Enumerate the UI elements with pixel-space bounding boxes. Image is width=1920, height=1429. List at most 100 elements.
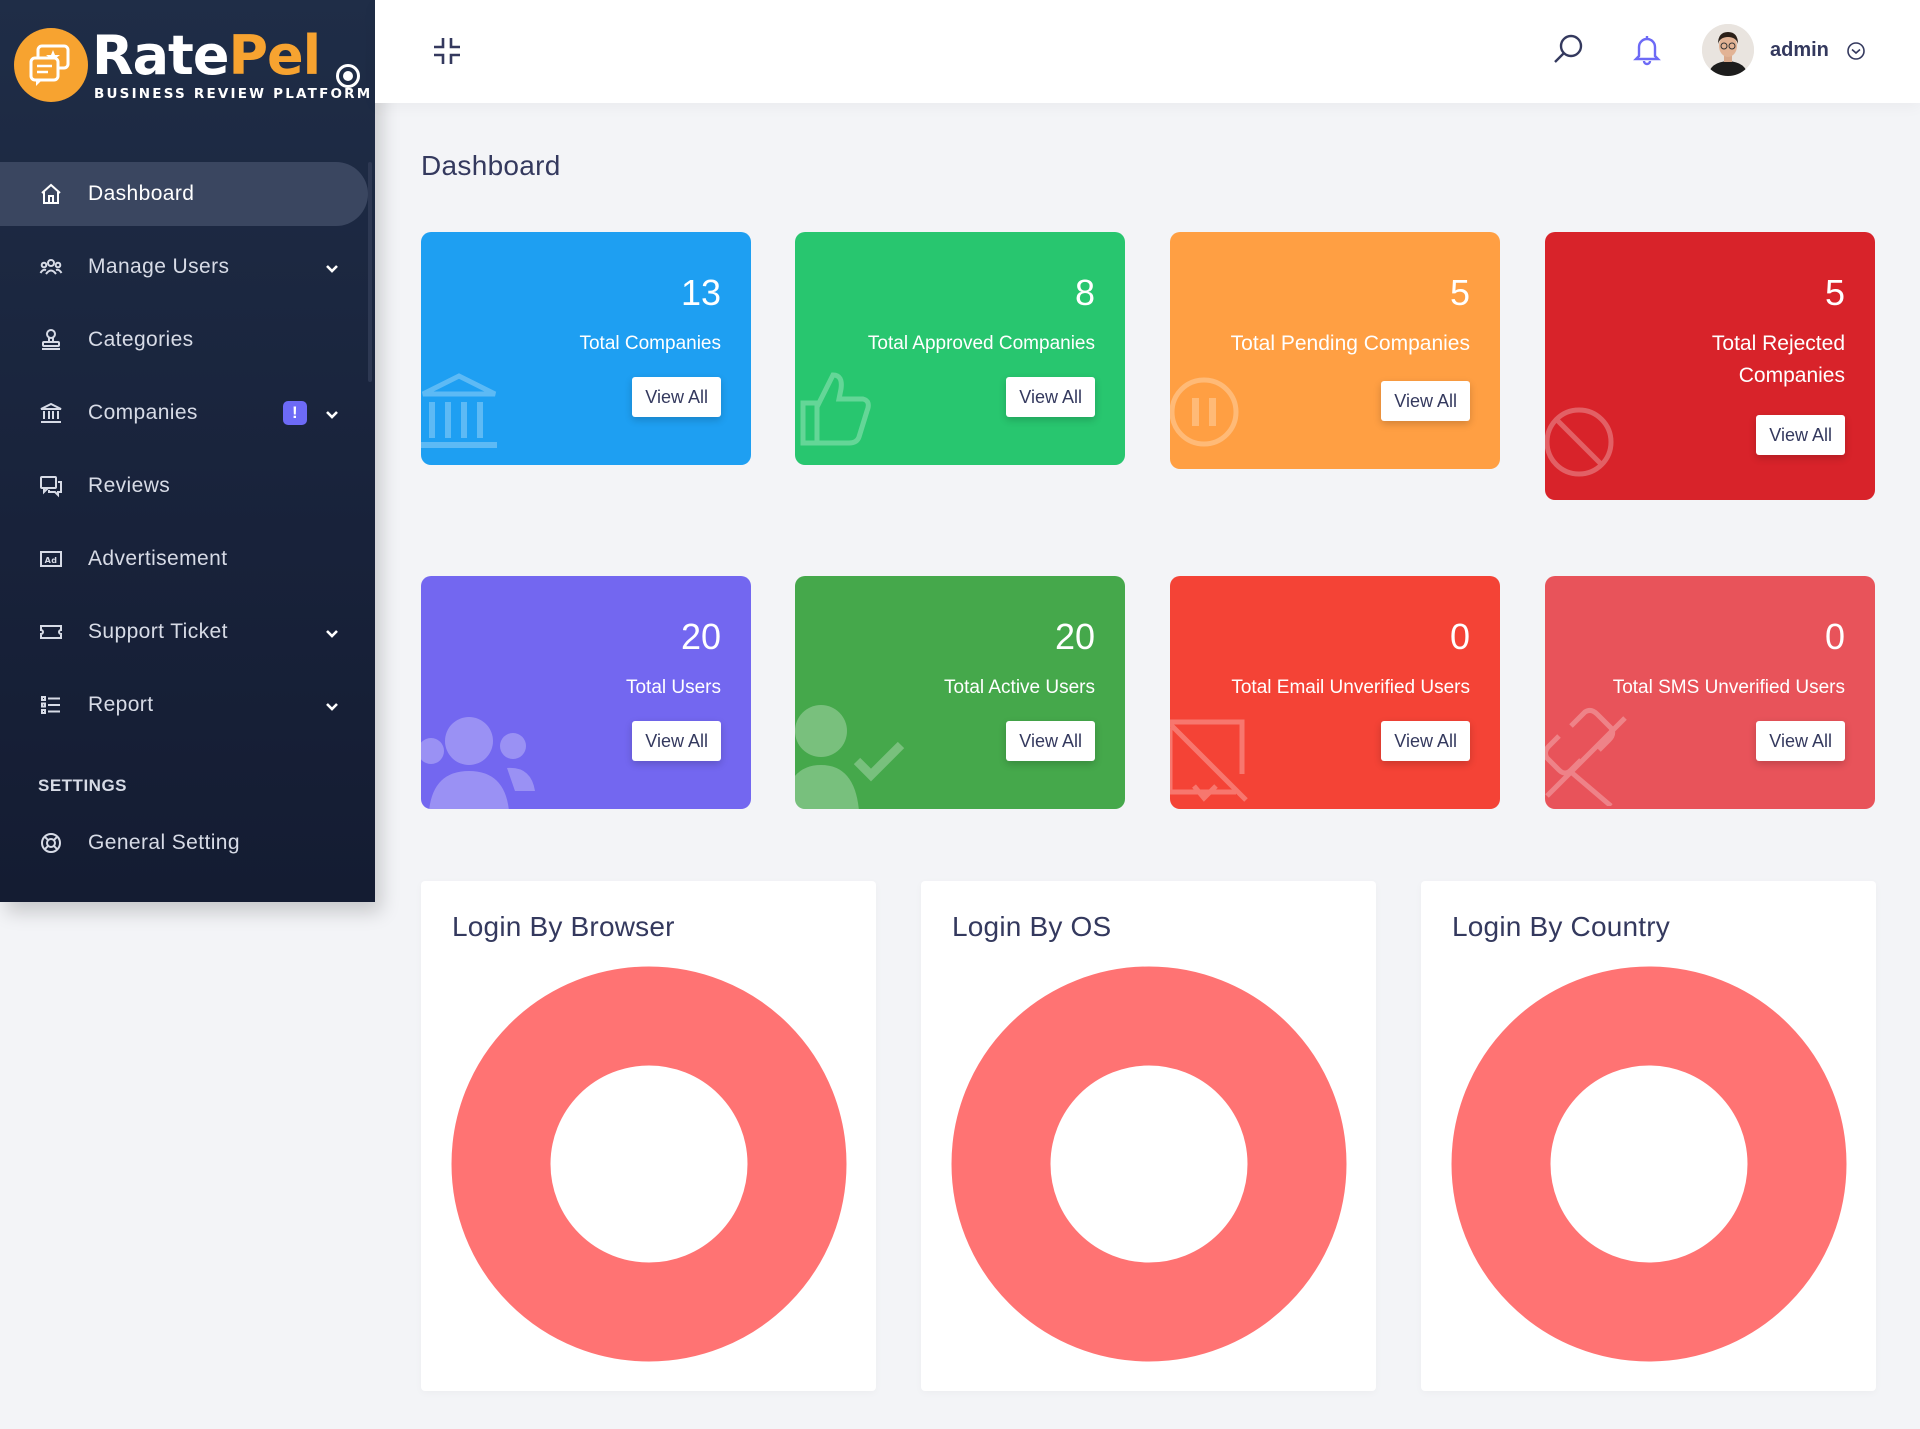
view-all-button[interactable]: View All (1381, 381, 1470, 421)
settings-heading: SETTINGS (38, 776, 128, 795)
bell-icon[interactable] (1630, 32, 1664, 71)
brand-logo[interactable]: RatePel BUSINESS REVIEW PLATFORM (14, 24, 370, 108)
stat-card-pending-companies: 5 Total Pending Companies View All (1170, 232, 1500, 469)
sidebar-item-reviews[interactable]: Reviews (0, 454, 375, 518)
chevron-down-icon (325, 258, 339, 282)
sidebar-item-label: Categories (88, 328, 194, 351)
sidebar-item-label: Dashboard (88, 182, 195, 205)
svg-text:Ad: Ad (45, 556, 58, 565)
stat-card-total-users: 20 Total Users View All (421, 576, 751, 809)
login-by-browser-chart (451, 966, 847, 1362)
stamp-icon (38, 327, 64, 353)
view-all-button[interactable]: View All (1006, 721, 1095, 761)
chevron-down-icon (325, 404, 339, 428)
stat-card-approved-companies: 8 Total Approved Companies View All (795, 232, 1125, 465)
stat-card-total-companies: 13 Total Companies View All (421, 232, 751, 465)
chart-title: Login By Country (1452, 911, 1670, 942)
pause-icon (1170, 377, 1239, 447)
stat-card-rejected-companies: 5 Total Rejected Companies View All (1545, 232, 1875, 500)
username[interactable]: admin (1770, 39, 1829, 62)
login-by-country-panel: Login By Country (1421, 881, 1876, 1391)
stat-value: 20 (680, 616, 721, 657)
stat-value: 8 (1074, 272, 1095, 313)
sidebar-item-label: Report (88, 693, 154, 716)
stat-card-email-unverified-users: 0 Total Email Unverified Users View All (1170, 576, 1500, 809)
bank-icon (421, 373, 497, 448)
sidebar-item-dashboard[interactable]: Dashboard (0, 162, 368, 226)
login-by-os-panel: Login By OS (921, 881, 1376, 1391)
sidebar-item-companies[interactable]: Companies ! (0, 381, 375, 445)
companies-alert-badge: ! (283, 401, 307, 425)
sidebar-item-label: Support Ticket (88, 620, 228, 643)
sidebar-item-support-ticket[interactable]: Support Ticket (0, 600, 375, 664)
chat-icon (38, 473, 64, 499)
sidebar-toggle-icon[interactable] (336, 64, 360, 88)
sidebar-item-general-setting[interactable]: General Setting (0, 811, 375, 875)
stat-label: Total SMS Unverified Users (1612, 677, 1845, 698)
sidebar-nav: Dashboard Manage Users Categories Compan… (0, 162, 375, 746)
stat-value: 13 (680, 272, 721, 313)
stat-value: 5 (1449, 272, 1470, 313)
page-title: Dashboard (421, 150, 561, 181)
view-all-button[interactable]: View All (1756, 415, 1845, 455)
sidebar-item-label: Companies (88, 401, 198, 424)
login-by-os-chart (951, 966, 1347, 1362)
users-icon (421, 717, 535, 809)
topbar: admin (375, 0, 1920, 103)
logo-badge-icon (14, 28, 88, 102)
chart-slice[interactable] (1451, 966, 1847, 1362)
stat-value: 0 (1449, 616, 1470, 657)
login-by-browser-panel: Login By Browser (421, 881, 876, 1391)
user-check-icon (795, 705, 905, 809)
stat-label: Total Email Unverified Users (1231, 677, 1470, 698)
stat-label: Total Rejected Companies (1711, 332, 1845, 387)
stat-label: Total Active Users (944, 677, 1095, 698)
sidebar-item-advertisement[interactable]: Ad Advertisement (0, 527, 375, 591)
login-by-country-chart (1451, 966, 1847, 1362)
view-all-button[interactable]: View All (1006, 377, 1095, 417)
search-icon[interactable] (1552, 32, 1586, 71)
phone-slash-icon (1545, 707, 1627, 806)
chart-title: Login By Browser (452, 911, 675, 942)
stat-label: Total Companies (579, 333, 721, 354)
chart-slice[interactable] (951, 966, 1347, 1362)
sidebar-item-manage-users[interactable]: Manage Users (0, 235, 375, 299)
thumbs-up-icon (800, 372, 871, 446)
chart-slice[interactable] (451, 966, 847, 1362)
stat-value: 0 (1824, 616, 1845, 657)
bank-icon (38, 400, 64, 426)
stat-card-sms-unverified-users: 0 Total SMS Unverified Users View All (1545, 576, 1875, 809)
ticket-icon (38, 619, 64, 645)
collapse-icon[interactable] (432, 36, 462, 71)
sidebar-item-categories[interactable]: Categories (0, 308, 375, 372)
brand-tagline: BUSINESS REVIEW PLATFORM (94, 86, 373, 102)
chart-title: Login By OS (952, 911, 1112, 942)
stat-label: Total Approved Companies (867, 333, 1095, 354)
sidebar-item-label: Reviews (88, 474, 171, 497)
lifebuoy-icon (38, 830, 64, 856)
view-all-button[interactable]: View All (1756, 721, 1845, 761)
chevron-down-icon[interactable] (1845, 40, 1867, 67)
users-icon (38, 254, 64, 280)
sidebar: RatePel BUSINESS REVIEW PLATFORM Dashboa… (0, 0, 375, 902)
view-all-button[interactable]: View All (632, 377, 721, 417)
ad-icon: Ad (38, 546, 64, 572)
stat-card-active-users: 20 Total Active Users View All (795, 576, 1125, 809)
stat-value: 20 (1054, 616, 1095, 657)
brand-name: RatePel (92, 24, 321, 87)
stat-value: 5 (1824, 272, 1845, 313)
chevron-down-icon (325, 623, 339, 647)
list-icon (38, 692, 64, 718)
avatar[interactable] (1702, 24, 1754, 76)
stat-label: Total Users (625, 677, 721, 698)
email-slash-icon (1170, 719, 1248, 802)
view-all-button[interactable]: View All (632, 721, 721, 761)
sidebar-item-label: General Setting (88, 831, 240, 854)
sidebar-item-report[interactable]: Report (0, 673, 375, 737)
sidebar-item-label: Manage Users (88, 255, 230, 278)
view-all-button[interactable]: View All (1381, 721, 1470, 761)
home-icon (38, 181, 64, 207)
stat-label: Total Pending Companies (1230, 332, 1470, 355)
chevron-down-icon (325, 696, 339, 720)
ban-icon (1545, 407, 1614, 477)
